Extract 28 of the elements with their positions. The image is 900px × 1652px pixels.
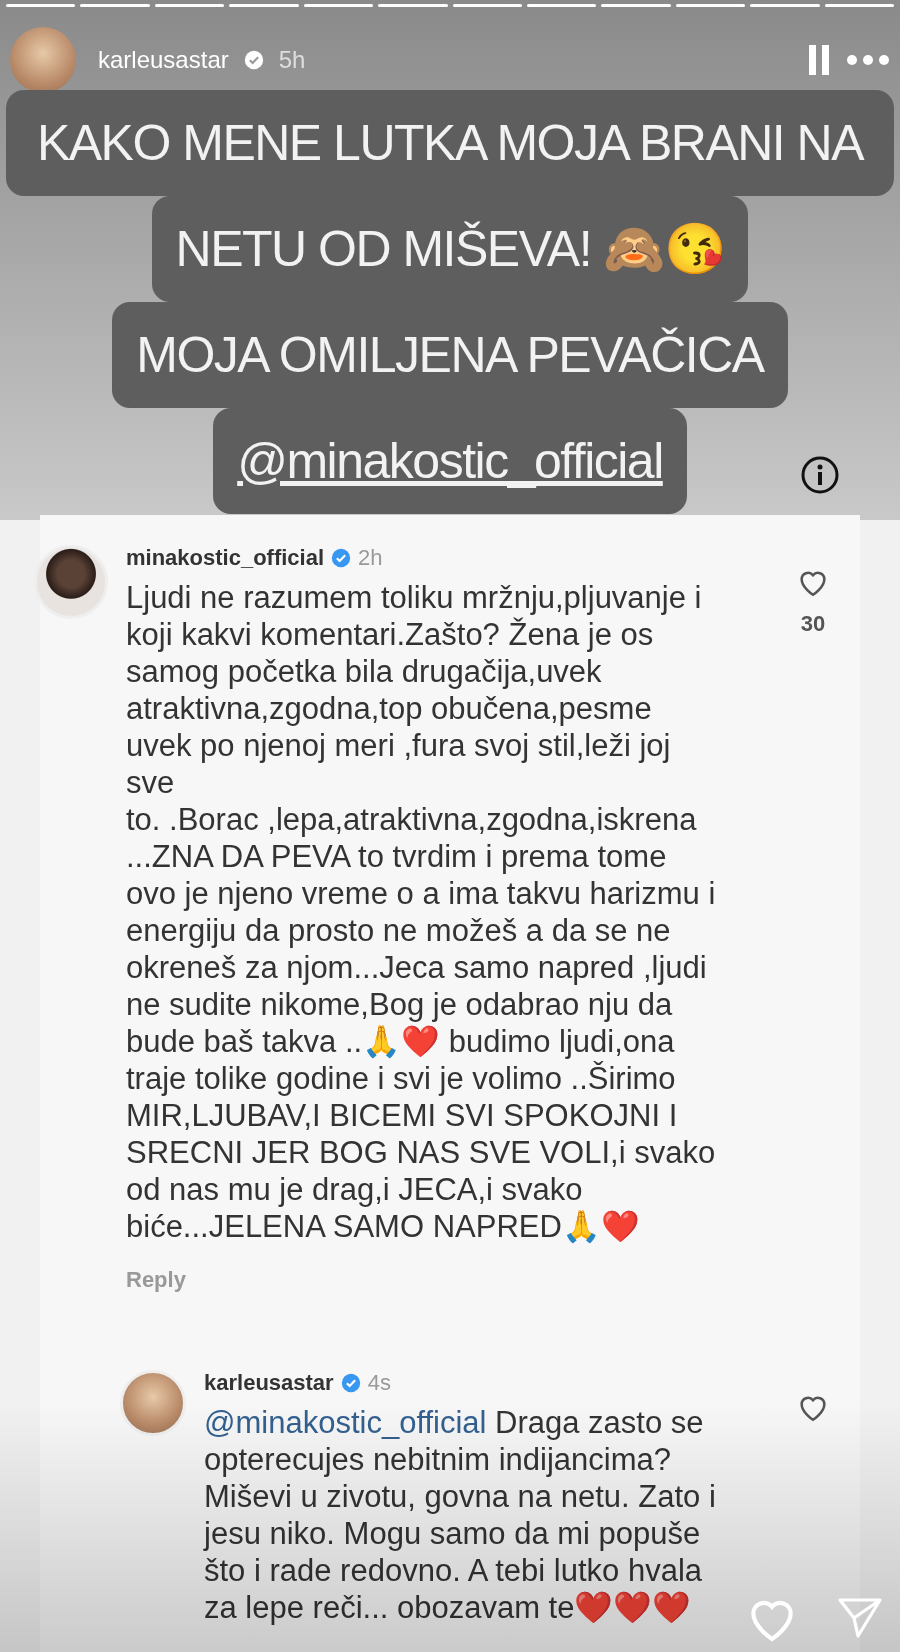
progress-segment xyxy=(6,4,76,7)
progress-segment xyxy=(824,4,895,7)
comment-time: 2h xyxy=(358,545,383,571)
comment-text: Ljudi ne razumem toliku mržnju,pljuvanje i koji kakvi komentari.Zašto? Žena je os samog početka bila drugačija,uvek atraktivna,zgodna,top obučena,pesme uvek po njenoj meri ,fura svoj stil,leži joj sve to. .Borac ,lepa,atraktivna,zgodna,iskrena ...ZNA DA PEVA to tvrdim i prema tome ovo je njeno vreme o a ima takvu harizmu i energiju da prosto ne možeš a da se ne okreneš za njom...Jeca samo napred ,ljudi ne sudite nikome,Bog je odabrao nju da bude baš takva ..🙏❤ budimo ljudi,ona traje tolike godine i svi je volimo ..Širimo MIR,LJUBAV,I BICEMI SVI SPOKOJNI I SRECNI JER BOG NAS SVE VOLI,i svako od nas mu je drag,i JECA,i svako biće...JELENA SAMO NAPRED🙏❤ xyxy=(126,579,717,1245)
progress-segment xyxy=(750,4,820,7)
sticker-text: KAKO MENE LUTKA MOJA BRANI NA xyxy=(6,90,894,196)
comment-text: @minakostic_official Draga zasto se opterecujes nebitnim indijancima? Miševi u zivotu, govna na netu. Zato i jesu niko. Mogu samo da mi popuše što i rade redovno. A tebi lutko hvala za lepe reči... obozavam te❤❤❤ xyxy=(204,1404,717,1626)
progress-segment xyxy=(452,4,522,7)
info-icon[interactable] xyxy=(800,455,840,495)
comment-time: 4s xyxy=(367,1370,391,1396)
sticker-text: MOJA OMILJENA PEVAČICA xyxy=(112,302,788,408)
progress-segment xyxy=(229,4,299,7)
more-icon[interactable] xyxy=(846,54,890,66)
progress-segment xyxy=(154,4,225,7)
comment-username[interactable]: minakostic_official xyxy=(126,545,325,571)
progress-segment xyxy=(601,4,671,7)
progress-segment xyxy=(526,4,597,7)
comment-username[interactable]: karleusastar xyxy=(204,1370,334,1396)
progress-segment xyxy=(303,4,374,7)
progress-segment xyxy=(80,4,150,7)
story-time: 5h xyxy=(278,46,306,74)
progress-segment xyxy=(675,4,746,7)
story-username[interactable]: karleusastar xyxy=(98,46,229,74)
pause-icon[interactable] xyxy=(806,43,832,77)
sticker-text: NETU OD MIŠEVA! 🙈😘 xyxy=(151,196,749,302)
progress-segment xyxy=(378,4,448,7)
like-count: 30 xyxy=(800,611,826,637)
mention-link[interactable]: @minakostic_official xyxy=(204,1405,487,1440)
